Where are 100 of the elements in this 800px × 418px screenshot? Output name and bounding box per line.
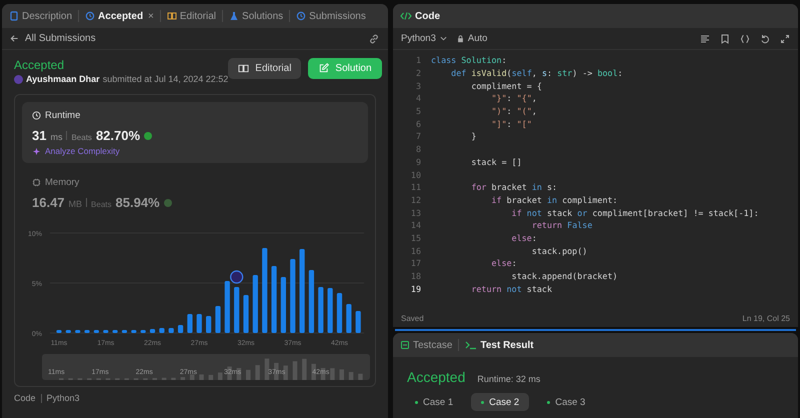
runtime-unit: ms bbox=[50, 132, 62, 142]
format-icon[interactable] bbox=[700, 34, 710, 44]
histogram-bar[interactable] bbox=[112, 330, 118, 333]
histogram-bar[interactable] bbox=[300, 249, 305, 333]
line-number: 18 bbox=[410, 271, 422, 282]
result-runtime: Runtime: 32 ms bbox=[477, 374, 540, 384]
histogram-bar[interactable] bbox=[215, 306, 221, 333]
histogram-bar[interactable] bbox=[271, 266, 277, 333]
checkbox-icon bbox=[400, 340, 410, 350]
histogram-bar[interactable] bbox=[280, 277, 286, 333]
panel-title: Code bbox=[397, 10, 443, 22]
chip-icon bbox=[32, 178, 41, 187]
histogram-bar[interactable] bbox=[150, 329, 156, 333]
code-line: stack.pop() bbox=[530, 246, 588, 256]
histogram-bar[interactable] bbox=[178, 325, 184, 333]
histogram-bar[interactable] bbox=[206, 316, 212, 333]
histogram-bar[interactable] bbox=[336, 293, 342, 333]
histogram-bar[interactable] bbox=[234, 287, 240, 333]
flask-icon bbox=[229, 11, 240, 21]
histogram-bar[interactable] bbox=[196, 314, 202, 333]
badge-icon bbox=[164, 198, 172, 206]
beats-percent: 82.70% bbox=[96, 128, 140, 143]
line-number: 5 bbox=[414, 106, 422, 116]
beats-label: Beats bbox=[91, 200, 112, 209]
histogram-bar[interactable] bbox=[84, 330, 90, 333]
sparkle-icon bbox=[32, 146, 41, 156]
case-tab[interactable]: Case 3 bbox=[537, 393, 596, 411]
badge-icon bbox=[144, 132, 152, 140]
expand-icon[interactable] bbox=[780, 34, 790, 44]
document-icon bbox=[9, 11, 19, 21]
histogram-bar[interactable] bbox=[122, 330, 128, 333]
histogram-bar[interactable] bbox=[131, 330, 136, 333]
histogram-bar[interactable] bbox=[56, 330, 62, 333]
histogram-bar[interactable] bbox=[243, 295, 249, 333]
histogram-bar[interactable] bbox=[159, 328, 164, 333]
editorial-button[interactable]: Editorial bbox=[228, 58, 302, 79]
histogram-bar[interactable] bbox=[346, 304, 352, 333]
code-line: stack.append(bracket) bbox=[510, 271, 618, 282]
reset-icon[interactable] bbox=[760, 34, 770, 44]
histogram-bar[interactable] bbox=[168, 328, 174, 333]
code-line: def isValid(self, s: str) -> bool: bbox=[450, 68, 623, 78]
analyze-link[interactable]: Analyze Complexity bbox=[32, 146, 120, 156]
case-tab[interactable]: Case 2 bbox=[471, 393, 530, 411]
author-name[interactable]: Ayushmaan Dhar bbox=[26, 74, 100, 84]
histogram-bar[interactable] bbox=[356, 311, 361, 333]
histogram-bar[interactable] bbox=[66, 330, 71, 333]
line-number: 1 bbox=[414, 55, 422, 66]
line-number: 7 bbox=[414, 131, 422, 142]
line-number: 3 bbox=[414, 80, 422, 91]
line-number: 17 bbox=[410, 258, 422, 268]
line-number: 13 bbox=[410, 208, 422, 218]
line-number: 15 bbox=[410, 232, 422, 243]
close-icon[interactable]: × bbox=[148, 10, 154, 22]
code-line: } bbox=[470, 131, 476, 142]
mode-toggle[interactable]: Auto bbox=[456, 33, 488, 44]
panel-tab[interactable]: Testcase bbox=[397, 340, 456, 350]
code-line: if not stack or compliment[bracket] != stack[-1]: bbox=[510, 208, 759, 218]
histogram-bar[interactable] bbox=[308, 270, 314, 333]
chevron-icon bbox=[440, 35, 447, 42]
back-link[interactable]: All Submissions bbox=[10, 33, 96, 44]
edit-icon bbox=[318, 63, 330, 74]
book-icon bbox=[166, 11, 177, 21]
panel-tab[interactable]: Test Result bbox=[462, 340, 537, 350]
history-icon bbox=[296, 11, 306, 21]
bookmark-icon[interactable] bbox=[720, 34, 730, 44]
histogram-bar[interactable] bbox=[103, 330, 108, 333]
braces-icon[interactable] bbox=[740, 34, 750, 44]
clock-icon bbox=[32, 111, 41, 120]
runtime-title: Runtime bbox=[45, 110, 80, 121]
memory-unit: MB bbox=[68, 199, 82, 209]
histogram-bar[interactable] bbox=[252, 275, 258, 333]
code-icon bbox=[400, 11, 412, 21]
histogram-bar[interactable] bbox=[187, 314, 192, 333]
line-number: 12 bbox=[410, 194, 422, 205]
panel-tab[interactable]: Submissions bbox=[293, 10, 369, 22]
code-line: compliment = { bbox=[470, 80, 542, 91]
back-arrow-icon bbox=[10, 34, 19, 43]
link-icon[interactable] bbox=[368, 32, 380, 44]
panel-tab[interactable]: Editorial bbox=[164, 10, 220, 22]
line-number: 9 bbox=[414, 156, 422, 167]
code-line: "]": "[" bbox=[490, 118, 532, 129]
panel-tab[interactable]: Description bbox=[6, 10, 76, 22]
book-icon bbox=[238, 63, 250, 74]
history-icon bbox=[85, 11, 96, 21]
language-dropdown[interactable]: Python3 bbox=[401, 33, 447, 44]
case-tab[interactable]: Case 1 bbox=[405, 393, 464, 411]
code-line: return False bbox=[530, 220, 592, 230]
code-line: stack = [] bbox=[470, 156, 522, 167]
histogram-bar[interactable] bbox=[94, 330, 99, 333]
histogram-bar[interactable] bbox=[140, 330, 146, 333]
cursor-position: Ln 19, Col 25 bbox=[742, 314, 790, 322]
memory-value: 16.47 bbox=[32, 195, 65, 210]
panel-tab[interactable]: Solutions bbox=[226, 10, 286, 22]
beats-percent: 85.94% bbox=[116, 195, 160, 210]
line-number: 19 bbox=[410, 284, 422, 294]
panel-tab[interactable]: Accepted × bbox=[82, 10, 157, 22]
histogram-bar[interactable] bbox=[75, 330, 80, 333]
code-line: return not stack bbox=[470, 284, 552, 294]
histogram-bar[interactable] bbox=[328, 288, 333, 333]
avatar-marker bbox=[230, 270, 244, 284]
